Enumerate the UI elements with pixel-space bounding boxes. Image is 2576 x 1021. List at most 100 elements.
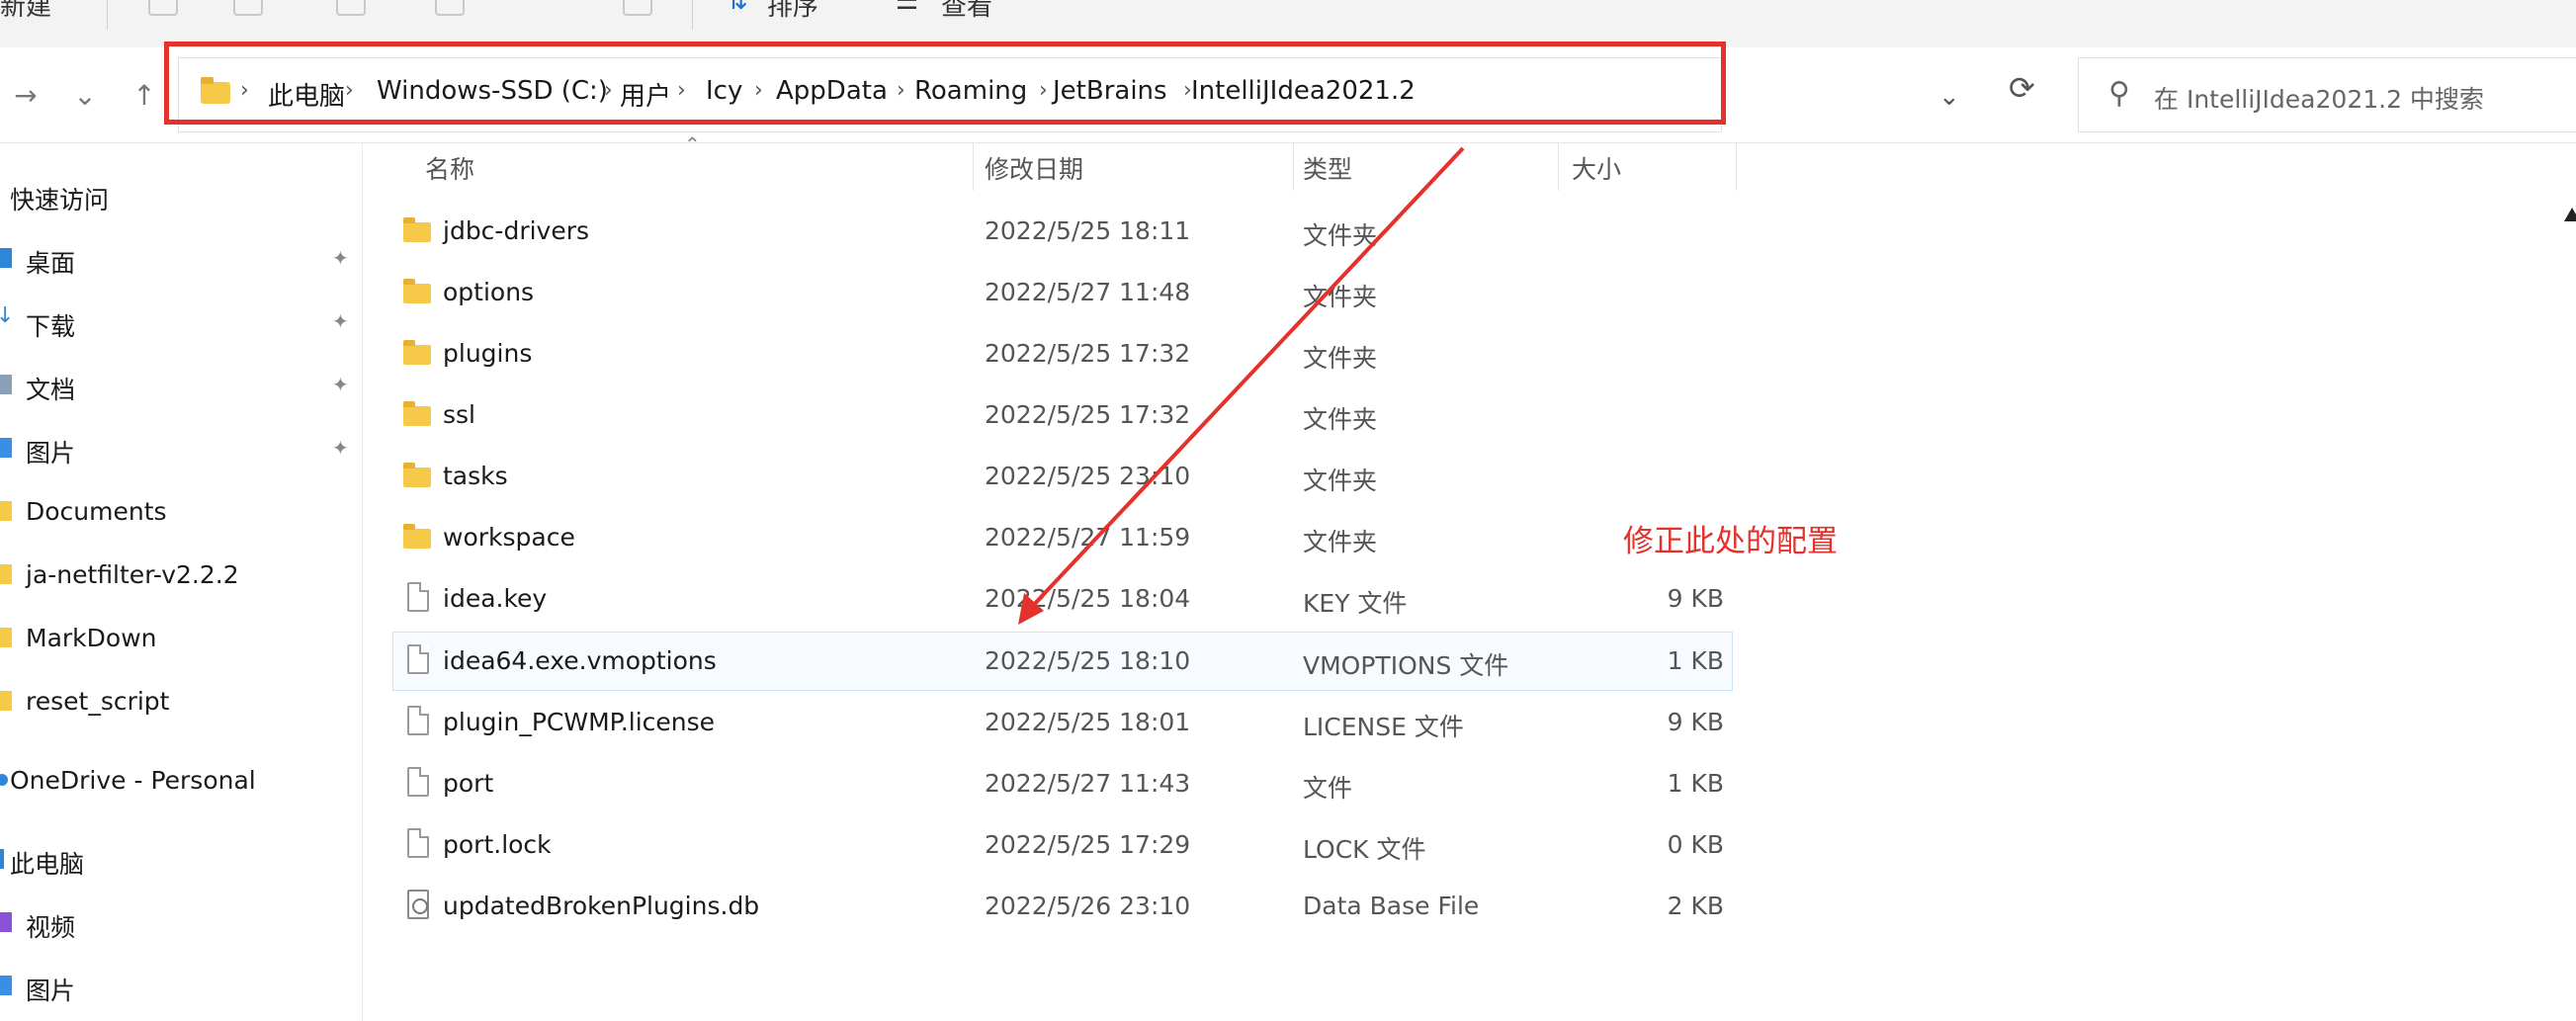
file-type: 文件夹 (1303, 528, 1378, 556)
file-size: 1 KB (1667, 769, 1724, 798)
sidebar-item-label: 此电脑 (10, 850, 85, 879)
file-date: 2022/5/25 18:04 (985, 584, 1191, 613)
sidebar-item-label: 下载 (26, 312, 76, 341)
column-header-name[interactable]: 名称 (425, 150, 474, 186)
pin-icon[interactable]: ✦ (332, 373, 349, 396)
column-header-size[interactable]: 大小 (1572, 150, 1621, 186)
sidebar-item-ja-netfilter[interactable]: ja-netfilter-v2.2.2 (0, 551, 362, 600)
up-icon[interactable]: ↑ (121, 71, 168, 119)
file-row-selected[interactable]: idea64.exe.vmoptions 2022/5/25 18:10 VMO… (392, 632, 1733, 691)
folder-icon (0, 501, 12, 521)
paste-icon[interactable] (336, 0, 366, 16)
pin-icon[interactable]: ✦ (332, 436, 349, 460)
database-file-icon (407, 890, 429, 919)
delete-icon[interactable] (623, 0, 652, 16)
sidebar-item-label: 图片 (26, 977, 76, 1005)
file-date: 2022/5/27 11:48 (985, 278, 1191, 306)
file-date: 2022/5/25 17:32 (985, 400, 1191, 429)
file-name: options (443, 278, 535, 306)
computer-icon (0, 849, 4, 869)
file-row[interactable]: idea.key 2022/5/25 18:04 KEY 文件 9 KB (393, 570, 1732, 628)
column-divider[interactable] (973, 143, 974, 191)
file-row[interactable]: ssl 2022/5/25 17:32 文件夹 (393, 386, 1732, 444)
file-row[interactable]: updatedBrokenPlugins.db 2022/5/26 23:10 … (393, 878, 1732, 935)
toolbar-divider (107, 0, 108, 30)
sidebar-item-label: 图片 (26, 439, 76, 468)
column-header-date[interactable]: 修改日期 (985, 150, 1083, 186)
file-row[interactable]: jdbc-drivers 2022/5/25 18:11 文件夹 (393, 203, 1732, 260)
recent-locations-icon[interactable]: ⌄ (61, 71, 109, 119)
folder-icon (403, 401, 431, 426)
file-icon (407, 706, 429, 735)
column-header-type[interactable]: 类型 (1303, 150, 1352, 186)
file-row[interactable]: options 2022/5/27 11:48 文件夹 (393, 264, 1732, 321)
folder-icon (0, 691, 12, 711)
file-type: VMOPTIONS 文件 (1303, 651, 1509, 680)
document-icon (0, 375, 12, 394)
sidebar-item-videos[interactable]: 视频 (0, 898, 362, 948)
forward-icon[interactable]: → (2, 71, 49, 119)
rename-icon[interactable] (435, 0, 465, 16)
file-name: port.lock (443, 830, 552, 859)
file-type: 文件夹 (1303, 344, 1378, 373)
file-size: 9 KB (1667, 584, 1724, 613)
toolbar-divider (692, 0, 693, 30)
folder-icon (403, 524, 431, 549)
new-button[interactable]: 新建 (0, 0, 51, 23)
file-icon (407, 582, 429, 612)
search-placeholder: 在 IntelliJIdea2021.2 中搜索 (2154, 85, 2484, 114)
file-type: 文件夹 (1303, 221, 1378, 250)
sidebar-item-documents[interactable]: 文档 ✦ (0, 361, 362, 410)
sidebar-item-label: Documents (26, 497, 167, 526)
file-row[interactable]: workspace 2022/5/27 11:59 文件夹 (393, 509, 1732, 566)
file-date: 2022/5/25 17:32 (985, 339, 1191, 368)
sidebar-item-onedrive[interactable]: OneDrive - Personal (0, 756, 362, 806)
address-dropdown-icon[interactable]: ⌄ (1938, 82, 1960, 112)
sidebar-item-quick-access[interactable]: 快速访问 (0, 171, 362, 220)
view-button[interactable]: 查看 (941, 0, 992, 23)
sidebar-item-reset-script[interactable]: reset_script (0, 677, 362, 726)
sidebar-item-markdown[interactable]: MarkDown (0, 614, 362, 663)
sidebar-item-label: reset_script (26, 687, 170, 716)
picture-icon (0, 438, 12, 458)
sort-ascending-icon: ⌃ (684, 132, 701, 156)
sidebar-item-label: MarkDown (26, 624, 157, 652)
folder-icon (0, 628, 12, 647)
cut-icon[interactable] (148, 0, 178, 16)
column-divider[interactable] (1558, 143, 1559, 191)
refresh-icon[interactable]: ⟳ (2009, 69, 2035, 107)
sidebar-item-downloads[interactable]: ↓ 下载 ✦ (0, 298, 362, 347)
video-icon (0, 912, 12, 932)
pin-icon[interactable]: ✦ (332, 246, 349, 270)
scroll-up-icon[interactable] (2564, 208, 2576, 221)
file-row[interactable]: port 2022/5/27 11:43 文件 1 KB (393, 755, 1732, 812)
sidebar-item-desktop[interactable]: 桌面 ✦ (0, 234, 362, 284)
sidebar-item-label: 文档 (26, 376, 76, 404)
sidebar-item-this-pc[interactable]: 此电脑 (0, 835, 362, 885)
folder-icon (0, 564, 12, 584)
file-type: 文件 (1303, 774, 1353, 803)
sidebar-item-label: 快速访问 (10, 186, 110, 214)
column-divider[interactable] (1736, 143, 1737, 191)
sort-button[interactable]: 排序 (767, 0, 818, 23)
file-row[interactable]: plugins 2022/5/25 17:32 文件夹 (393, 325, 1732, 383)
copy-icon[interactable] (233, 0, 263, 16)
column-divider[interactable] (1293, 143, 1294, 191)
sidebar-item-pictures-pc[interactable]: 图片 (0, 962, 362, 1011)
file-name: tasks (443, 462, 508, 490)
file-type: LOCK 文件 (1303, 835, 1426, 864)
sort-icon[interactable]: ⇅ (727, 0, 748, 16)
search-box[interactable]: ⚲ 在 IntelliJIdea2021.2 中搜索 (2078, 57, 2576, 132)
sidebar-item-pictures[interactable]: 图片 ✦ (0, 424, 362, 473)
view-icon[interactable]: ☰ (896, 0, 918, 16)
file-row[interactable]: plugin_PCWMP.license 2022/5/25 18:01 LIC… (393, 694, 1732, 751)
file-type: LICENSE 文件 (1303, 713, 1464, 741)
picture-icon (0, 976, 12, 995)
pin-icon[interactable]: ✦ (332, 309, 349, 333)
file-date: 2022/5/25 18:10 (985, 646, 1191, 675)
file-row[interactable]: tasks 2022/5/25 23:10 文件夹 (393, 448, 1732, 505)
file-type: Data Base File (1303, 892, 1480, 920)
file-name: plugin_PCWMP.license (443, 708, 716, 736)
sidebar-item-documents-folder[interactable]: Documents (0, 487, 362, 537)
file-row[interactable]: port.lock 2022/5/25 17:29 LOCK 文件 0 KB (393, 816, 1732, 874)
